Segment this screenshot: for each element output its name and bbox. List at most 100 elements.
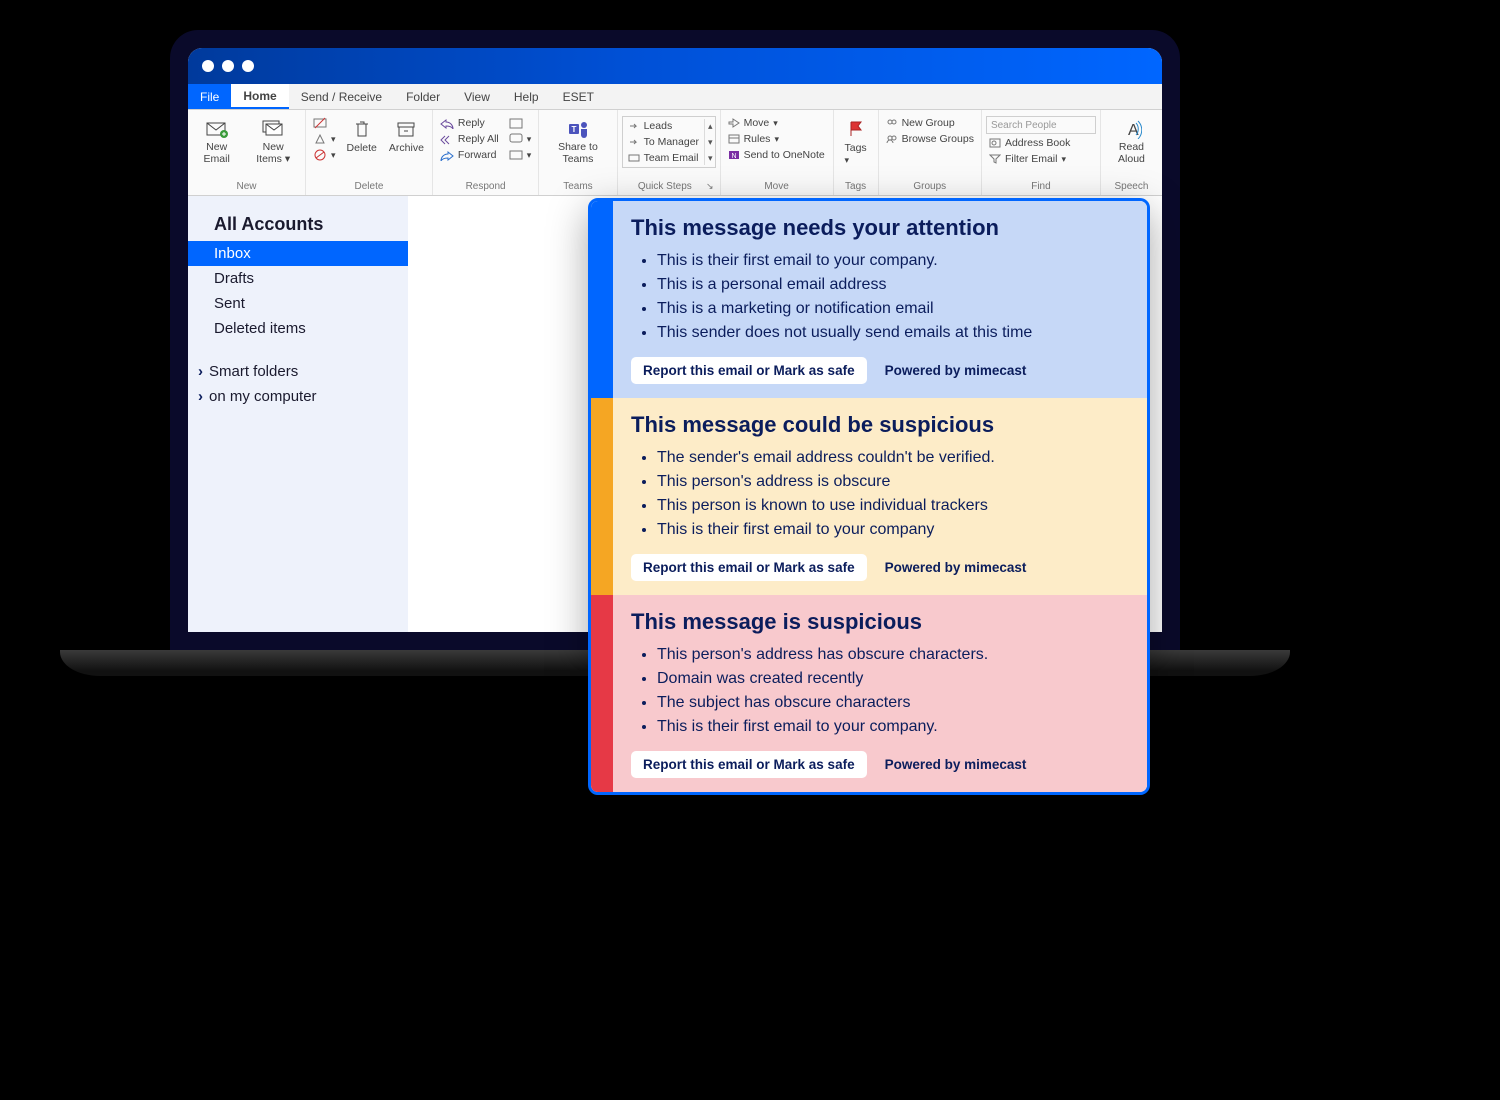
powered-by-label: Powered by mimecast [885,757,1027,772]
filter-email-button[interactable]: Filter Email ▾ [986,152,1096,166]
reply-button[interactable]: Reply [437,116,502,130]
search-people-input[interactable]: Search People [986,116,1096,134]
svg-text:T: T [571,125,576,134]
quickstep-leads[interactable]: Leads [625,119,702,133]
teams-icon: T [566,118,590,140]
teams-label: Share to Teams [547,142,608,165]
folder-computer-label: on my computer [209,388,317,405]
ribbon-group-find: Search People Address Book Filter Email … [982,110,1101,195]
envelope-icon [205,118,229,140]
ribbon-group-new: New Email New Items ▾ New [188,110,306,195]
move-button[interactable]: Move ▾ [725,116,829,130]
report-or-safe-button[interactable]: Report this email or Mark as safe [631,751,867,778]
ribbon-group-label: Speech [1105,179,1158,195]
read-aloud-label: Read Aloud [1109,142,1154,165]
junk-button[interactable]: ▾ [310,148,339,162]
ribbon-group-label: Groups [883,179,977,195]
tab-send-receive[interactable]: Send / Receive [289,84,394,109]
quickstep-expand[interactable]: ▾ [708,154,713,163]
ribbon-group-label: New [192,179,301,195]
all-accounts-heading[interactable]: All Accounts [188,210,408,241]
more-respond-button[interactable]: ▾ [506,148,535,162]
tab-eset[interactable]: ESET [551,84,606,109]
ribbon: New Email New Items ▾ New ▾ [188,110,1162,196]
quickstep-scroll-down[interactable]: ▾ [708,138,713,147]
cleanup-button[interactable]: ▾ [310,132,339,146]
ribbon-group-label: Respond [437,179,534,195]
folder-smart[interactable]: › Smart folders [188,359,408,384]
rules-button[interactable]: Rules ▾ [725,132,829,146]
folder-sent[interactable]: Sent [188,291,408,316]
alert-reason: This sender does not usually send emails… [657,321,1129,345]
flag-icon [844,118,868,140]
report-or-safe-button[interactable]: Report this email or Mark as safe [631,357,867,384]
im-button[interactable]: ▾ [506,132,535,146]
folder-pane: All Accounts Inbox Drafts Sent Deleted i… [188,196,408,632]
ribbon-group-label: Move [725,179,829,195]
delete-button[interactable]: Delete [343,116,381,156]
quickstep-to-manager[interactable]: To Manager [625,135,702,149]
ribbon-group-groups: New Group Browse Groups Groups [879,110,982,195]
window-control-dot[interactable] [222,60,234,72]
meeting-button[interactable] [506,116,535,130]
trash-icon [350,118,374,140]
send-to-onenote-button[interactable]: NSend to OneNote [725,148,829,162]
tab-home[interactable]: Home [231,84,288,109]
window-control-dot[interactable] [202,60,214,72]
alert-suspicious: This message is suspicious This person's… [591,595,1147,792]
folder-on-my-computer[interactable]: › on my computer [188,384,408,409]
archive-icon [394,118,418,140]
ribbon-group-teams: T Share to Teams Teams [539,110,617,195]
folder-drafts[interactable]: Drafts [188,266,408,291]
alert-reason: Domain was created recently [657,667,1129,691]
quickstep-team-email[interactable]: Team Email [625,151,702,165]
tab-folder[interactable]: Folder [394,84,452,109]
ribbon-group-label: Quick Steps [624,181,706,192]
address-book-button[interactable]: Address Book [986,136,1096,150]
svg-text:N: N [731,153,736,160]
folder-inbox[interactable]: Inbox [188,241,408,266]
tags-button[interactable]: Tags▾ [838,116,874,168]
alert-could-be-suspicious: This message could be suspicious The sen… [591,398,1147,595]
envelope-stack-icon [261,118,285,140]
tab-file[interactable]: File [188,84,231,109]
new-email-button[interactable]: New Email [192,116,241,167]
ribbon-group-speech: A Read Aloud Speech [1101,110,1162,195]
alert-reason: The sender's email address couldn't be v… [657,446,1129,470]
reply-all-button[interactable]: Reply All [437,132,502,146]
quicksteps-launcher[interactable]: ↘ [706,181,714,192]
archive-button[interactable]: Archive [385,116,428,156]
new-group-button[interactable]: New Group [883,116,977,130]
powered-by-label: Powered by mimecast [885,560,1027,575]
alert-attention: This message needs your attention This i… [591,201,1147,398]
ribbon-group-label: Teams [543,179,612,195]
alert-reasons: This is their first email to your compan… [631,249,1129,345]
alert-reason: This is their first email to your compan… [657,249,1129,273]
folder-deleted[interactable]: Deleted items [188,316,408,341]
ribbon-group-tags: Tags▾ Tags [834,110,879,195]
chevron-right-icon: › [198,363,203,380]
new-items-label: New Items ▾ [249,142,297,165]
alert-reason: This is a personal email address [657,273,1129,297]
tab-view[interactable]: View [452,84,502,109]
window-titlebar [188,48,1162,84]
chevron-right-icon: › [198,388,203,405]
tab-help[interactable]: Help [502,84,551,109]
quickstep-scroll-up[interactable]: ▴ [708,122,713,131]
archive-label: Archive [389,142,424,154]
read-aloud-button[interactable]: A Read Aloud [1105,116,1158,167]
share-to-teams-button[interactable]: T Share to Teams [543,116,612,167]
forward-button[interactable]: Forward [437,148,502,162]
window-control-dot[interactable] [242,60,254,72]
powered-by-label: Powered by mimecast [885,363,1027,378]
browse-groups-button[interactable]: Browse Groups [883,132,977,146]
tags-label: Tags▾ [844,142,866,166]
report-or-safe-button[interactable]: Report this email or Mark as safe [631,554,867,581]
ribbon-group-move: Move ▾ Rules ▾ NSend to OneNote Move [721,110,834,195]
alert-reason: This person's address is obscure [657,470,1129,494]
ignore-button[interactable] [310,116,339,130]
alert-reason: This is a marketing or notification emai… [657,297,1129,321]
alert-title: This message needs your attention [631,215,1129,241]
alert-title: This message could be suspicious [631,412,1129,438]
new-items-button[interactable]: New Items ▾ [245,116,301,167]
